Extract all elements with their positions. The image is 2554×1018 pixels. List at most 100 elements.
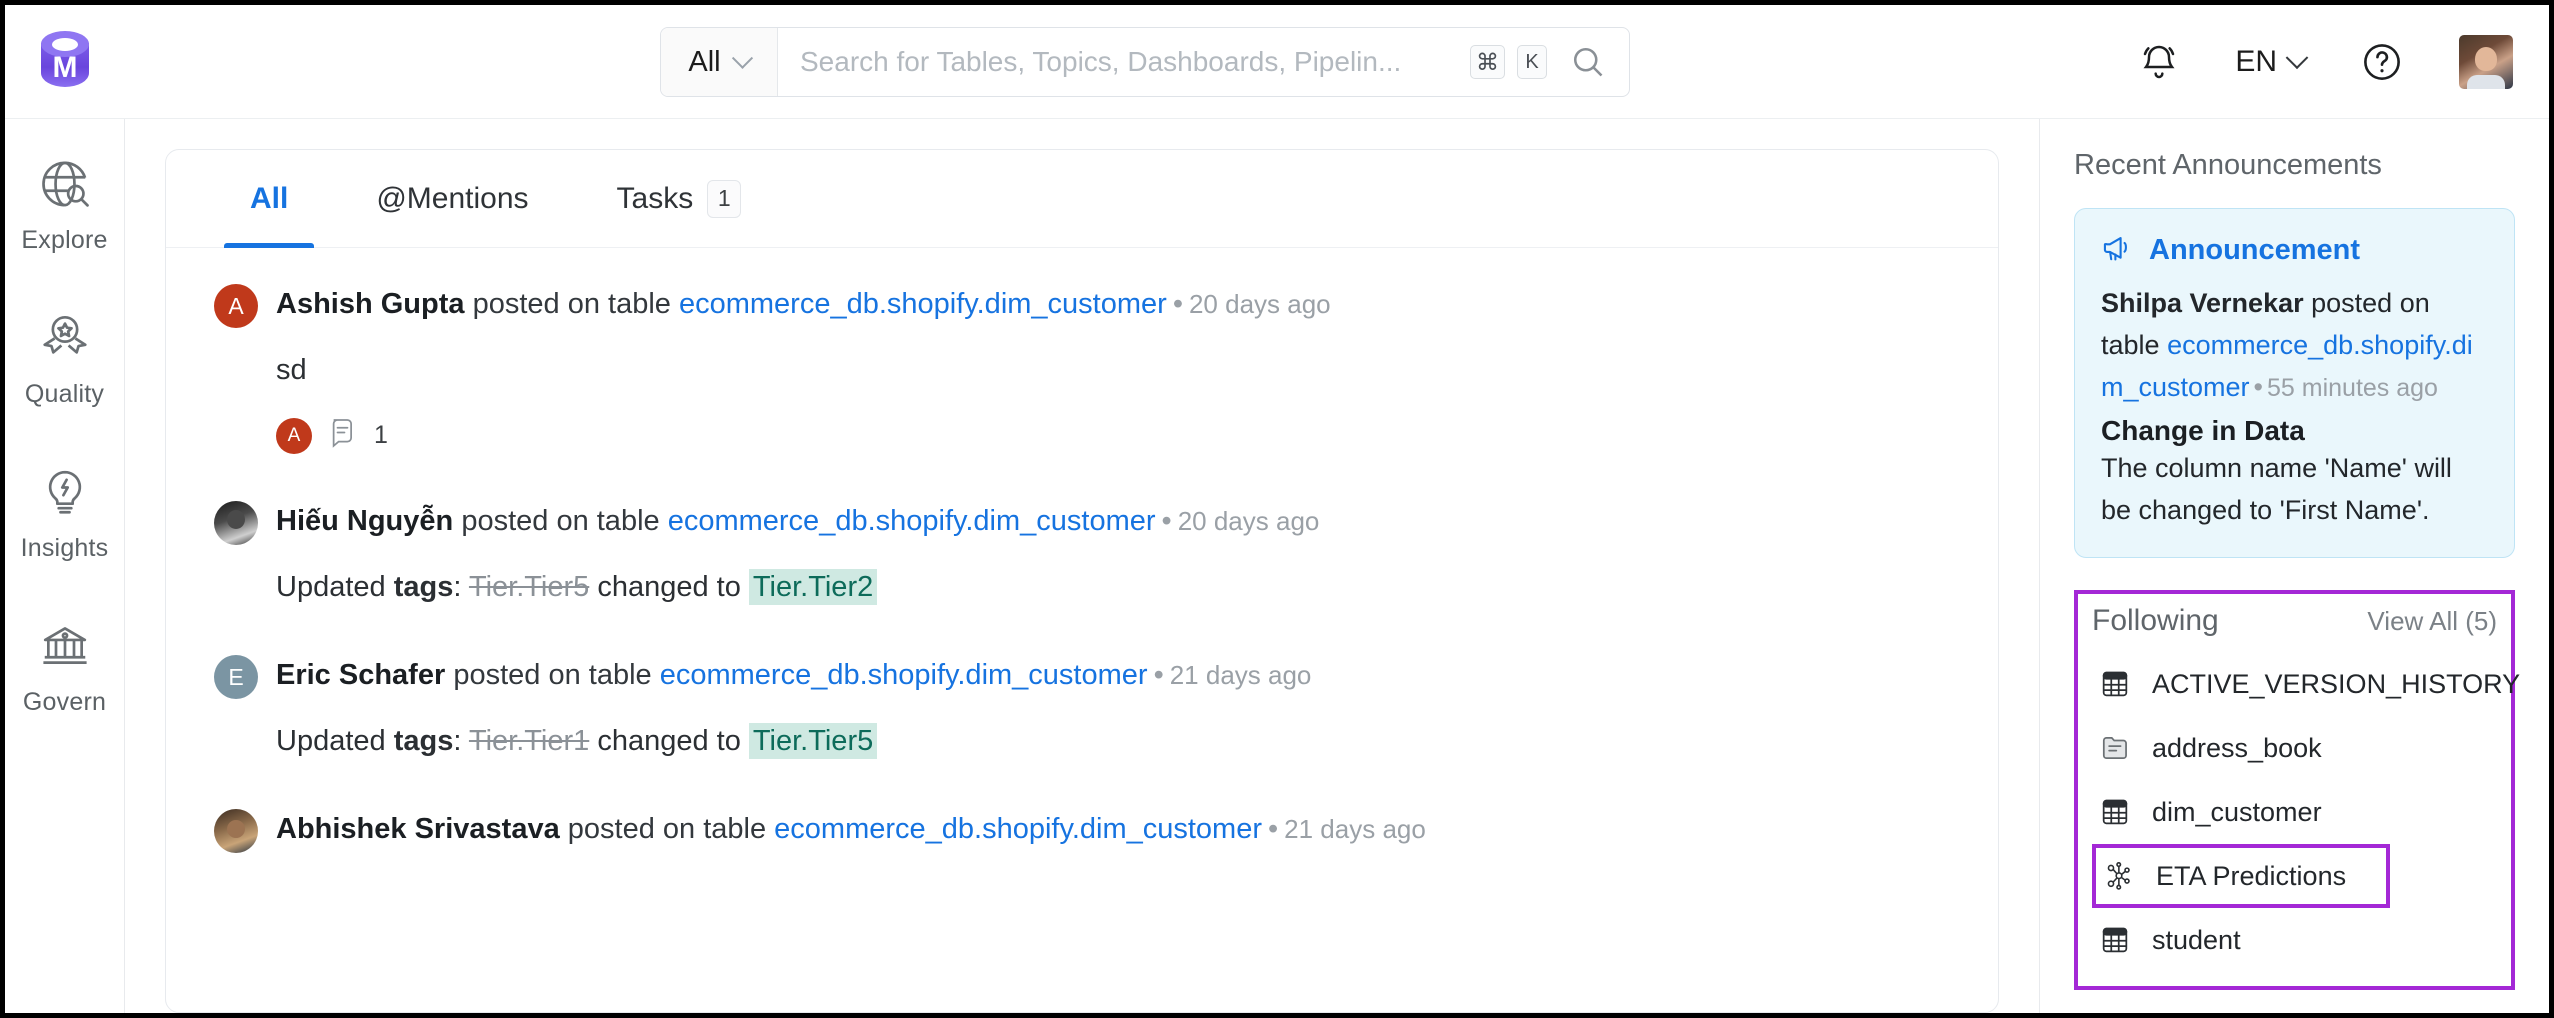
update-field: tags [393, 571, 454, 603]
dot-separator: • [1172, 288, 1183, 320]
avatar[interactable]: A [214, 284, 258, 328]
ml-model-icon [2102, 859, 2136, 893]
announcement-timestamp: 55 minutes ago [2267, 374, 2438, 402]
view-all-following-link[interactable]: View All (5) [2367, 606, 2497, 637]
feed-replies[interactable]: A 1 [276, 416, 1950, 455]
search-input[interactable] [800, 46, 1458, 78]
following-section-annotation: Following View All (5) ACTIVE_VERSION_HI… [2074, 590, 2520, 990]
tab-tasks[interactable]: Tasks 1 [591, 150, 768, 248]
following-item-address-book[interactable]: address_book [2092, 716, 2497, 780]
feed-item-headline: Ashish Gupta posted on table ecommerce_d… [276, 282, 1331, 326]
dot-separator: • [1268, 813, 1279, 845]
sidebar-item-govern[interactable]: Govern [10, 619, 120, 717]
following-title: Following [2092, 604, 2219, 637]
update-prefix: Updated [276, 725, 394, 757]
following-item-dim-customer[interactable]: dim_customer [2092, 780, 2497, 844]
avatar-initial: A [228, 292, 244, 319]
sidebar-item-quality[interactable]: Quality [10, 311, 120, 409]
sidebar-item-explore[interactable]: Explore [10, 157, 120, 255]
feed-item-headline: Hiếu Nguyễn posted on table ecommerce_db… [276, 499, 1319, 543]
comment-icon[interactable] [328, 416, 358, 455]
feed-tabs: All @Mentions Tasks 1 [166, 150, 1998, 248]
recent-announcements-title: Recent Announcements [2074, 149, 2382, 181]
feed-entity-link[interactable]: ecommerce_db.shopify.dim_customer [774, 813, 1262, 845]
following-item-eta-predictions[interactable]: ETA Predictions [2092, 844, 2390, 908]
app-window: M All ⌘ K [5, 5, 2549, 1013]
tab-label: All [250, 181, 289, 215]
feed-item: E Eric Schafer posted on table ecommerce… [214, 653, 1950, 763]
dot-separator: • [1153, 659, 1164, 691]
tab-tasks-badge: 1 [707, 179, 742, 218]
dot-separator: • [2253, 372, 2263, 402]
app-logo[interactable]: M [5, 30, 125, 93]
shortcut-cmd-badge: ⌘ [1470, 45, 1505, 79]
feed-timestamp: 20 days ago [1177, 506, 1320, 536]
feed-user-name[interactable]: Ashish Gupta [276, 288, 465, 320]
dot-separator: • [1161, 505, 1172, 537]
old-tag-value: Tier.Tier1 [468, 725, 590, 757]
announcement-badge-label: Announcement [2149, 234, 2361, 266]
feed-timestamp: 21 days ago [1169, 660, 1312, 690]
feed-item-headline: Eric Schafer posted on table ecommerce_d… [276, 653, 1311, 697]
search-input-wrapper[interactable]: ⌘ K [778, 28, 1629, 96]
avatar[interactable] [214, 809, 258, 853]
sidebar-item-label: Govern [22, 688, 107, 716]
header-actions: EN [2139, 5, 2527, 119]
feed-item: Abhishek Srivastava posted on table ecom… [214, 807, 1950, 853]
question-circle-icon[interactable] [2361, 41, 2403, 83]
following-item-label: student [2152, 924, 2241, 955]
bell-icon[interactable] [2139, 42, 2179, 82]
feed-user-name[interactable]: Eric Schafer [276, 659, 445, 691]
user-avatar[interactable] [2459, 35, 2513, 89]
following-item-label: ETA Predictions [2156, 860, 2347, 891]
topic-document-icon [2098, 731, 2132, 765]
feed-entity-link[interactable]: ecommerce_db.shopify.dim_customer [679, 288, 1167, 320]
feed-timestamp: 21 days ago [1284, 814, 1426, 844]
tab-mentions[interactable]: @Mentions [350, 150, 554, 248]
announcement-card[interactable]: Announcement Shilpa Vernekar posted on t… [2074, 208, 2515, 558]
following-item-label: dim_customer [2152, 796, 2322, 827]
update-field: tags [393, 725, 454, 757]
feed-action: posted on table [453, 659, 652, 691]
feed-item: Hiếu Nguyễn posted on table ecommerce_db… [214, 499, 1950, 609]
changed-text: changed to [589, 725, 749, 757]
feed-item: A Ashish Gupta posted on table ecommerce… [214, 282, 1950, 455]
search-scope-dropdown[interactable]: All [661, 28, 778, 96]
feed-entity-link[interactable]: ecommerce_db.shopify.dim_customer [660, 659, 1148, 691]
tab-label: Tasks [616, 181, 694, 215]
sidebar-item-insights[interactable]: Insights [10, 465, 120, 563]
body-row: Explore Quality Insights Govern All @Men… [5, 119, 2549, 1013]
top-header: M All ⌘ K [5, 5, 2549, 119]
following-item-student[interactable]: student [2092, 908, 2497, 972]
feed-update-text: Updated tags: Tier.Tier1 changed to Tier… [276, 719, 1950, 763]
shortcut-k-badge: K [1517, 45, 1547, 79]
tab-all[interactable]: All [224, 150, 315, 248]
following-item-label: ACTIVE_VERSION_HISTORY [2152, 668, 2521, 699]
avatar[interactable] [214, 501, 258, 545]
feed-item-header: Hiếu Nguyễn posted on table ecommerce_db… [214, 499, 1950, 545]
feed-item-header: E Eric Schafer posted on table ecommerce… [214, 653, 1950, 699]
search-icon[interactable] [1567, 41, 1609, 83]
table-icon [2098, 667, 2132, 701]
feed-list: A Ashish Gupta posted on table ecommerce… [166, 248, 1998, 1012]
sidebar-item-label: Explore [21, 226, 108, 254]
feed-update-text: Updated tags: Tier.Tier5 changed to Tier… [276, 565, 1950, 609]
avatar[interactable]: E [214, 655, 258, 699]
announcement-user[interactable]: Shilpa Vernekar [2101, 288, 2304, 318]
global-search-bar[interactable]: All ⌘ K [660, 27, 1630, 97]
following-header: Following View All (5) [2092, 604, 2497, 638]
megaphone-icon [2101, 233, 2135, 268]
feed-user-name[interactable]: Hiếu Nguyễn [276, 505, 453, 537]
bank-building-icon [38, 619, 92, 678]
feed-entity-link[interactable]: ecommerce_db.shopify.dim_customer [668, 505, 1156, 537]
language-selector[interactable]: EN [2235, 45, 2309, 79]
feed-user-name[interactable]: Abhishek Srivastava [276, 813, 560, 845]
chevron-down-icon [731, 47, 753, 69]
main-content: All @Mentions Tasks 1 A Ashish Gupta pos… [125, 119, 2039, 1013]
sidebar-item-label: Insights [20, 534, 109, 562]
reply-avatar: A [276, 417, 312, 454]
reply-avatar-initial: A [287, 424, 301, 446]
following-item-label: address_book [2152, 732, 2322, 763]
following-item-active-version-history[interactable]: ACTIVE_VERSION_HISTORY [2092, 652, 2520, 716]
feed-action: posted on table [461, 505, 660, 537]
